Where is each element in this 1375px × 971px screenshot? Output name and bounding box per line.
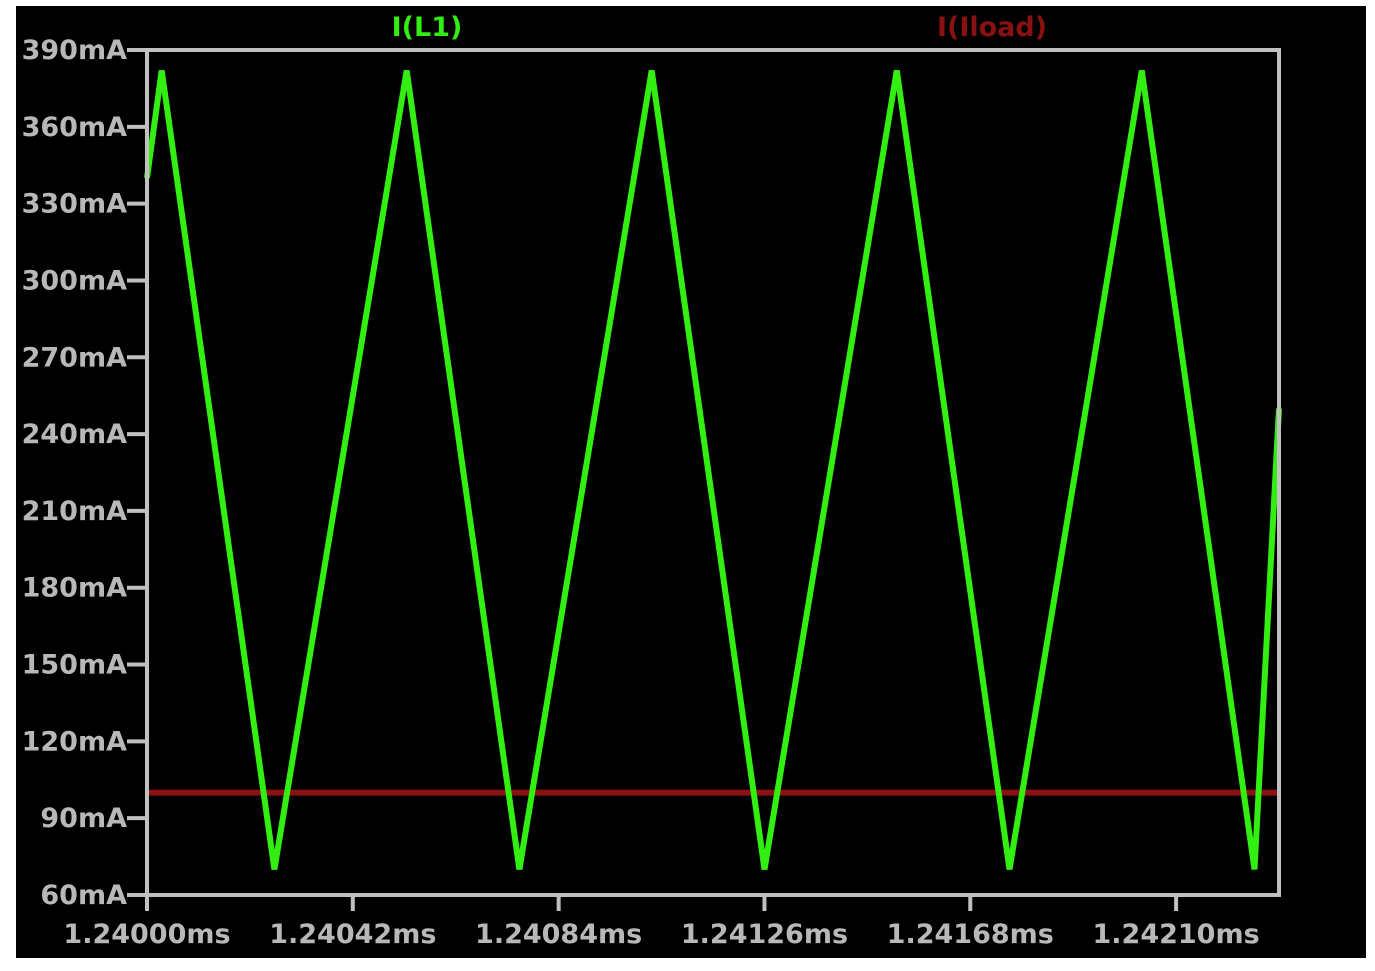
series-line-i-l1 <box>144 70 1282 870</box>
y-tick-label: 180mA <box>22 573 127 604</box>
line-chart: I(L1) I(Iload) 390mA 360mA 330mA 300mA 270mA 2… <box>22 12 1282 950</box>
x-tick-label: 1.24042ms <box>269 919 436 950</box>
y-tick-label: 330mA <box>22 189 127 220</box>
x-tick-label: 1.24168ms <box>887 919 1054 950</box>
x-tick-label: 1.24084ms <box>475 919 642 950</box>
plot-axes: 390mA 360mA 330mA 300mA 270mA 240mA 210mA 180mA… <box>22 35 1281 950</box>
legend: I(L1) I(Iload) <box>392 12 1047 43</box>
legend-label-i-l1: I(L1) <box>392 12 463 43</box>
y-tick-label: 300mA <box>22 265 127 296</box>
y-tick-label: 90mA <box>40 803 127 834</box>
y-tick-label: 60mA <box>40 880 127 911</box>
y-tick-label: 270mA <box>22 342 127 373</box>
y-tick-label: 360mA <box>22 112 127 143</box>
legend-label-i-iload: I(Iload) <box>937 12 1047 43</box>
y-tick-label: 210mA <box>22 496 127 527</box>
y-tick-label: 120mA <box>22 726 127 757</box>
x-tick-label: 1.24000ms <box>63 919 230 950</box>
x-tick-label: 1.24210ms <box>1092 919 1259 950</box>
plot-frame <box>145 48 1281 897</box>
y-tick-label: 390mA <box>22 35 127 66</box>
y-tick-label: 240mA <box>22 419 127 450</box>
y-tick-label: 150mA <box>22 650 127 681</box>
x-tick-label: 1.24126ms <box>681 919 848 950</box>
plot-traces <box>144 70 1282 870</box>
